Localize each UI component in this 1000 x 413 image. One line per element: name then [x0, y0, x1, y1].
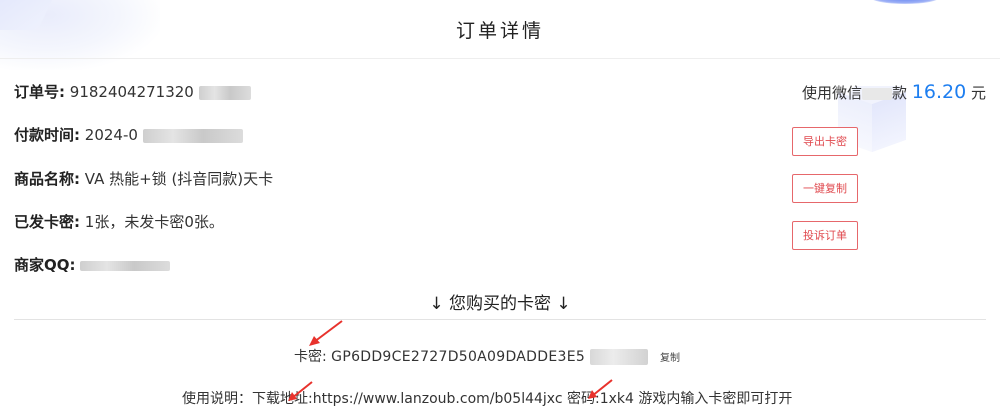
export-cards-button[interactable]: 导出卡密: [792, 127, 858, 156]
card-key-row: 卡密: GP6DD9CE2727D50A09DADDE3E5 复制: [294, 346, 680, 366]
annotation-arrow-icon: [309, 320, 343, 346]
payment-method-text: 使用微信: [801, 84, 862, 102]
product-name-label: 商品名称:: [14, 170, 80, 188]
product-name-row: 商品名称: VA 热能+锁 (抖音同款)天卡: [14, 168, 273, 189]
redacted-blur: [862, 87, 892, 100]
page-header: 订单详情: [0, 0, 1000, 59]
issued-cards-row: 已发卡密: 1张，未发卡密0张。: [14, 211, 224, 232]
redacted-blur: [589, 349, 648, 365]
payment-time-value: 2024-0: [84, 126, 138, 144]
payment-method-suffix: 款: [892, 84, 908, 102]
copy-all-button[interactable]: 一键复制: [792, 174, 858, 203]
redacted-blur: [198, 85, 251, 100]
card-key-value: GP6DD9CE2727D50A09DADDE3E5: [331, 349, 586, 365]
payment-summary: 使用微信 款 16.20 元: [802, 81, 986, 103]
usage-instructions: 使用说明：下载地址:https://www.lanzoub.com/b05l44…: [182, 391, 793, 407]
payment-time-row: 付款时间: 2024-0: [14, 124, 243, 145]
section-divider: [14, 319, 986, 320]
order-number-value: 9182404271320: [69, 83, 194, 101]
redacted-blur: [80, 260, 171, 271]
page-title: 订单详情: [455, 20, 544, 42]
product-name-value: VA 热能+锁 (抖音同款)天卡: [84, 170, 274, 188]
order-number-label: 订单号:: [14, 83, 65, 101]
payment-time-label: 付款时间:: [14, 126, 80, 144]
complain-order-button[interactable]: 投诉订单: [792, 221, 858, 250]
copy-card-button[interactable]: 复制: [660, 353, 680, 364]
card-key-label: 卡密:: [294, 349, 327, 365]
payment-amount: 16.20: [911, 81, 967, 103]
order-number-row: 订单号: 9182404271320: [14, 81, 251, 102]
issued-cards-value: 1张，未发卡密0张。: [84, 213, 224, 231]
redacted-blur: [142, 128, 243, 143]
purchased-cards-title: ↓ 您购买的卡密 ↓: [429, 294, 571, 314]
payment-currency: 元: [970, 84, 986, 102]
issued-cards-label: 已发卡密:: [14, 213, 80, 231]
merchant-qq-row: 商家QQ:: [14, 254, 171, 275]
merchant-qq-label: 商家QQ:: [14, 256, 76, 274]
